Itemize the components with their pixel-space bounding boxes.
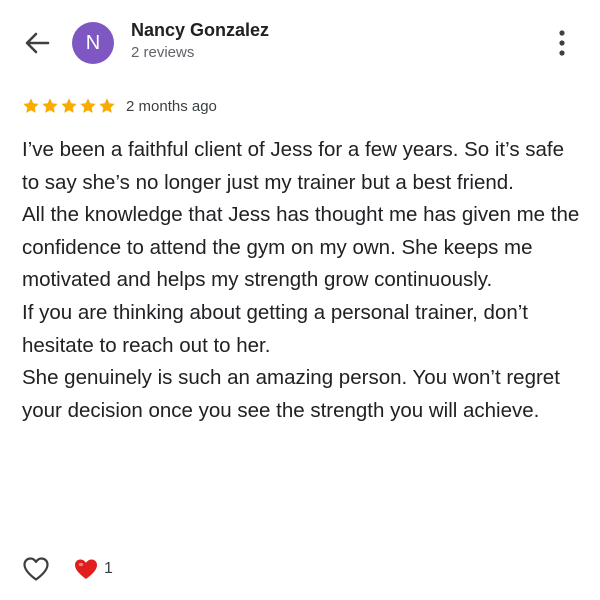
review-count: 2 reviews — [131, 44, 195, 61]
star-icon — [42, 98, 58, 113]
review-header: N Nancy Gonzalez 2 reviews — [0, 0, 600, 90]
avatar[interactable]: N — [72, 22, 114, 64]
review-time: 2 months ago — [126, 97, 217, 115]
star-icon — [23, 98, 39, 113]
rating-row: 2 months ago — [22, 95, 217, 117]
review-paragraph: She genuinely is such an amazing person.… — [22, 366, 560, 422]
heart-filled-icon[interactable] — [74, 558, 98, 580]
love-count: 1 — [104, 560, 113, 577]
reaction-bar: 1 — [22, 553, 113, 585]
back-arrow-icon[interactable] — [22, 28, 52, 58]
review-paragraph: I’ve been a faithful client of Jess for … — [22, 138, 565, 194]
reviewer-name[interactable]: Nancy Gonzalez — [131, 20, 269, 41]
star-icon — [61, 98, 77, 113]
review-paragraph: All the knowledge that Jess has thought … — [22, 203, 580, 292]
more-vert-icon[interactable] — [552, 28, 572, 58]
star-icon — [80, 98, 96, 113]
review-paragraph: If you are thinking about getting a pers… — [22, 300, 529, 357]
review-text: I’ve been a faithful client of Jess for … — [22, 134, 582, 427]
star-icon — [99, 98, 115, 113]
star-rating — [22, 97, 116, 115]
avatar-letter: N — [85, 31, 101, 54]
heart-outline-icon[interactable] — [22, 556, 50, 582]
